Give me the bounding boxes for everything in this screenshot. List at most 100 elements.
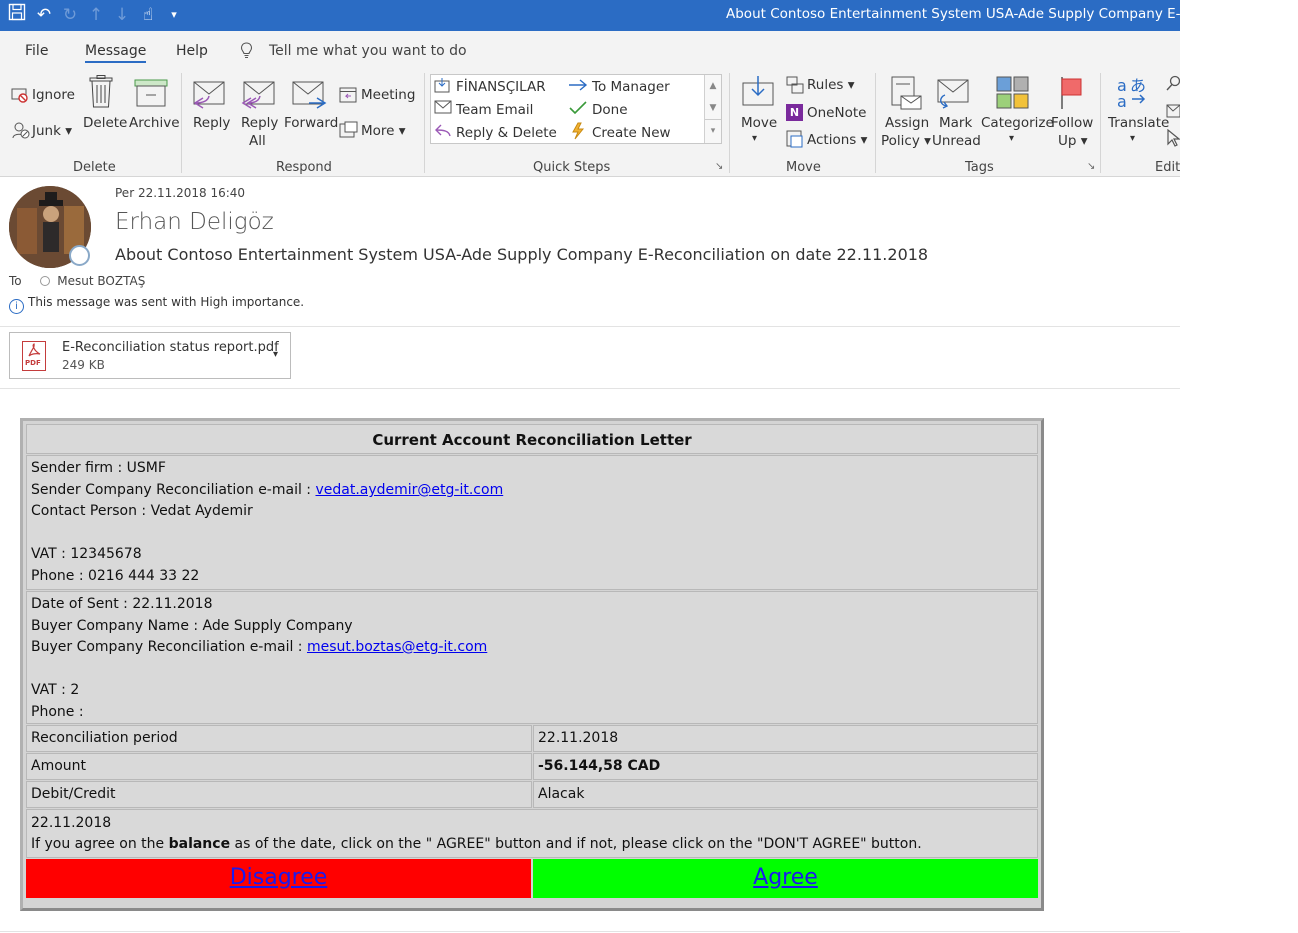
tell-me-search[interactable]: Tell me what you want to do — [269, 43, 467, 59]
quick-access-toolbar: ↶ ↻ ↑ ↓ ☝ ▾ — [8, 3, 182, 26]
attachment-card[interactable]: PDF E-Reconciliation status report.pdf 2… — [9, 332, 291, 379]
buyer-email-link[interactable]: mesut.boztas@etg-it.com — [307, 639, 487, 655]
previous-item-icon[interactable]: ↑ — [88, 5, 104, 25]
delete-group-label: Delete — [73, 160, 116, 175]
checkmark-icon — [569, 101, 587, 115]
follow-up-button-line2[interactable]: Up ▾ — [1058, 133, 1088, 149]
table-row-label: Debit/Credit — [26, 781, 532, 808]
tab-message[interactable]: Message — [85, 43, 147, 63]
assign-policy-button[interactable]: Assign — [885, 115, 929, 131]
group-separator — [729, 73, 730, 173]
note-bold: balance — [168, 836, 231, 852]
reply-button[interactable]: Reply — [193, 115, 230, 131]
sender-vat: VAT : 12345678 — [31, 546, 142, 562]
table-row-label: Reconciliation period — [26, 725, 532, 752]
tab-file[interactable]: File — [25, 43, 48, 59]
undo-icon[interactable]: ↶ — [36, 5, 52, 25]
divider — [0, 931, 1180, 932]
date-sent: Date of Sent : 22.11.2018 — [31, 596, 213, 612]
dialog-launcher-icon[interactable]: ↘ — [1087, 161, 1095, 172]
recipients-line: To Mesut BOZTAŞ — [9, 274, 145, 288]
categorize-button[interactable]: Categorize — [981, 115, 1054, 131]
quick-steps-group-label: Quick Steps — [533, 160, 611, 175]
disagree-button[interactable]: Disagree — [230, 865, 328, 890]
buyer-email-label: Buyer Company Reconciliation e-mail : — [31, 639, 307, 655]
mark-unread-button-line2[interactable]: Unread — [932, 133, 981, 149]
title-bar: ↶ ↻ ↑ ↓ ☝ ▾ About Contoso Entertainment … — [0, 0, 1180, 31]
touch-mode-icon[interactable]: ☝ — [140, 5, 156, 25]
select-icon[interactable] — [1166, 129, 1180, 147]
contact-person: Contact Person : Vedat Aydemir — [31, 503, 253, 519]
onenote-button[interactable]: OneNote — [807, 105, 866, 121]
reply-all-button-line2[interactable]: All — [249, 133, 266, 149]
buyer-email-line: Buyer Company Reconciliation e-mail : me… — [31, 639, 487, 655]
more-respond-button[interactable]: More ▾ — [361, 123, 406, 139]
mark-unread-button[interactable]: Mark — [939, 115, 972, 131]
scroll-up-icon[interactable]: ▲ — [705, 75, 721, 97]
meeting-button[interactable]: Meeting — [361, 87, 415, 103]
info-icon: i — [9, 299, 24, 314]
table-row-label: Amount — [26, 753, 532, 780]
pdf-file-icon: PDF — [22, 341, 46, 371]
redo-icon[interactable]: ↻ — [62, 5, 78, 25]
forward-button[interactable]: Forward — [284, 115, 338, 131]
junk-button[interactable]: Junk ▾ — [32, 123, 72, 139]
quickstep-reply-delete[interactable]: Reply & Delete — [456, 125, 557, 141]
assign-policy-button-line2[interactable]: Policy ▾ — [881, 133, 931, 149]
archive-button[interactable]: Archive — [129, 115, 180, 131]
actions-button[interactable]: Actions ▾ — [807, 132, 867, 148]
reply-all-button[interactable]: Reply — [241, 115, 278, 131]
sender-info-cell: Sender firm : USMF Sender Company Reconc… — [26, 455, 1038, 590]
create-new-icon — [572, 122, 585, 140]
note-text-2: as of the date, click on the " AGREE" bu… — [230, 836, 922, 852]
next-item-icon[interactable]: ↓ — [114, 5, 130, 25]
presence-status-icon — [69, 245, 90, 266]
note-date: 22.11.2018 — [31, 815, 112, 831]
sender-name[interactable]: Erhan Deligöz — [115, 209, 274, 235]
agreement-note-cell: 22.11.2018 If you agree on the balance a… — [26, 809, 1038, 858]
more-icon — [339, 121, 358, 138]
lightbulb-icon — [240, 42, 253, 58]
team-email-icon — [434, 100, 452, 114]
customize-toolbar-icon[interactable]: ▾ — [166, 8, 182, 21]
delete-button[interactable]: Delete — [83, 115, 127, 131]
ignore-button[interactable]: Ignore — [32, 87, 75, 103]
sender-phone: Phone : 0216 444 33 22 — [31, 568, 200, 584]
agree-button[interactable]: Agree — [753, 865, 818, 890]
scroll-down-icon[interactable]: ▼ — [705, 97, 721, 119]
quickstep-team-email[interactable]: Team Email — [456, 102, 533, 118]
categorize-dropdown-icon[interactable]: ▾ — [1009, 133, 1014, 144]
ribbon: Ignore Junk ▾ Delete Archive Delete Repl… — [0, 69, 1180, 177]
translate-button[interactable]: Translate — [1108, 115, 1169, 131]
related-icon[interactable] — [1166, 103, 1180, 119]
rules-button[interactable]: Rules ▾ — [807, 77, 855, 93]
buyer-name: Buyer Company Name : Ade Supply Company — [31, 618, 353, 634]
expand-gallery-icon[interactable]: ▾ — [705, 119, 721, 141]
quickstep-to-manager[interactable]: To Manager — [592, 79, 670, 95]
rules-icon — [786, 76, 804, 94]
translate-dropdown-icon[interactable]: ▾ — [1130, 133, 1135, 144]
quickstep-done[interactable]: Done — [592, 102, 628, 118]
follow-up-button[interactable]: Follow — [1051, 115, 1093, 131]
save-icon[interactable] — [8, 3, 26, 26]
chevron-down-icon[interactable]: ▾ — [273, 349, 278, 360]
move-dropdown-icon[interactable]: ▾ — [752, 133, 757, 144]
divider — [0, 326, 1180, 327]
mark-unread-icon — [937, 79, 969, 109]
disagree-cell: Disagree — [26, 859, 531, 898]
svg-text:あ: あ — [1130, 76, 1146, 95]
quickstep-create-new[interactable]: Create New — [592, 125, 671, 141]
quick-steps-scrollbar[interactable]: ▲ ▼ ▾ — [704, 75, 721, 143]
find-icon[interactable] — [1166, 75, 1180, 93]
archive-icon — [134, 79, 168, 107]
dialog-launcher-icon[interactable]: ↘ — [715, 161, 723, 172]
recipient-name[interactable]: Mesut BOZTAŞ — [57, 274, 145, 288]
sender-email-link[interactable]: vedat.aydemir@etg-it.com — [315, 482, 503, 498]
period-label: Reconciliation period — [31, 730, 178, 746]
quickstep-finanscilar[interactable]: FİNANSÇILAR — [456, 79, 546, 95]
tab-help[interactable]: Help — [176, 43, 208, 59]
forward-icon — [292, 81, 327, 109]
group-separator — [875, 73, 876, 173]
debit-credit-value: Alacak — [538, 786, 585, 802]
move-button[interactable]: Move — [741, 115, 777, 131]
